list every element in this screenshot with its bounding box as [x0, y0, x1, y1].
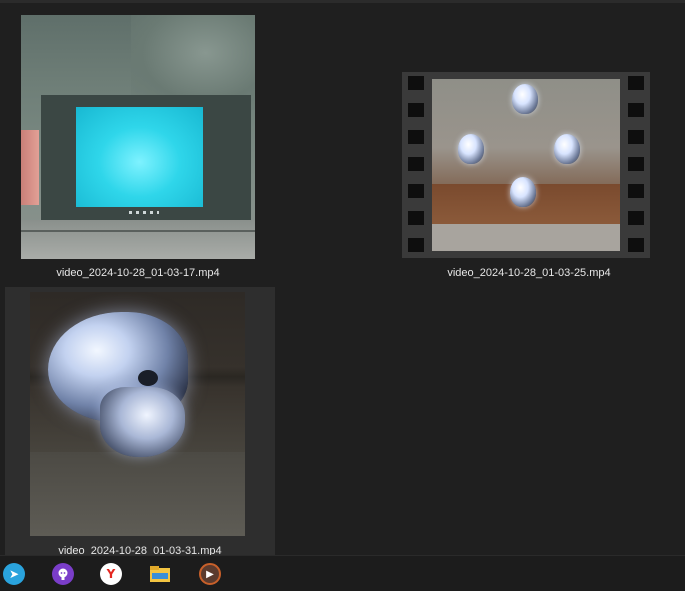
telegram-icon[interactable]: ➤ — [3, 563, 25, 585]
player-glyph: ▶ — [206, 568, 214, 580]
video-thumbnail-3[interactable] — [30, 292, 245, 536]
taskbar: ➤ Y ▶ — [0, 555, 685, 591]
telegram-glyph: ➤ — [8, 567, 20, 581]
file-name-1[interactable]: video_2024-10-28_01-03-17.mp4 — [12, 267, 264, 279]
yandex-glyph: Y — [106, 567, 116, 581]
media-player-icon[interactable]: ▶ — [199, 563, 221, 585]
film-strip-icon — [408, 76, 424, 254]
skull-hologram — [510, 177, 536, 207]
file-explorer-icon[interactable] — [149, 563, 171, 585]
skull-hologram — [458, 134, 484, 164]
yandex-browser-icon[interactable]: Y — [100, 563, 122, 585]
skull-hologram — [512, 84, 538, 114]
pane-top-border — [0, 0, 685, 3]
file-name-2[interactable]: video_2024-10-28_01-03-25.mp4 — [403, 267, 655, 279]
video-thumbnail-1[interactable] — [21, 15, 255, 259]
video-thumbnail-2[interactable] — [402, 72, 650, 258]
file-name-3[interactable]: video_2024-10-28_01-03-31.mp4 — [5, 545, 275, 555]
github-icon[interactable] — [52, 563, 74, 585]
file-explorer-content: video_2024-10-28_01-03-17.mp4 video_2024… — [0, 0, 685, 555]
monitor-screen — [76, 107, 203, 207]
skull-hologram — [554, 134, 580, 164]
